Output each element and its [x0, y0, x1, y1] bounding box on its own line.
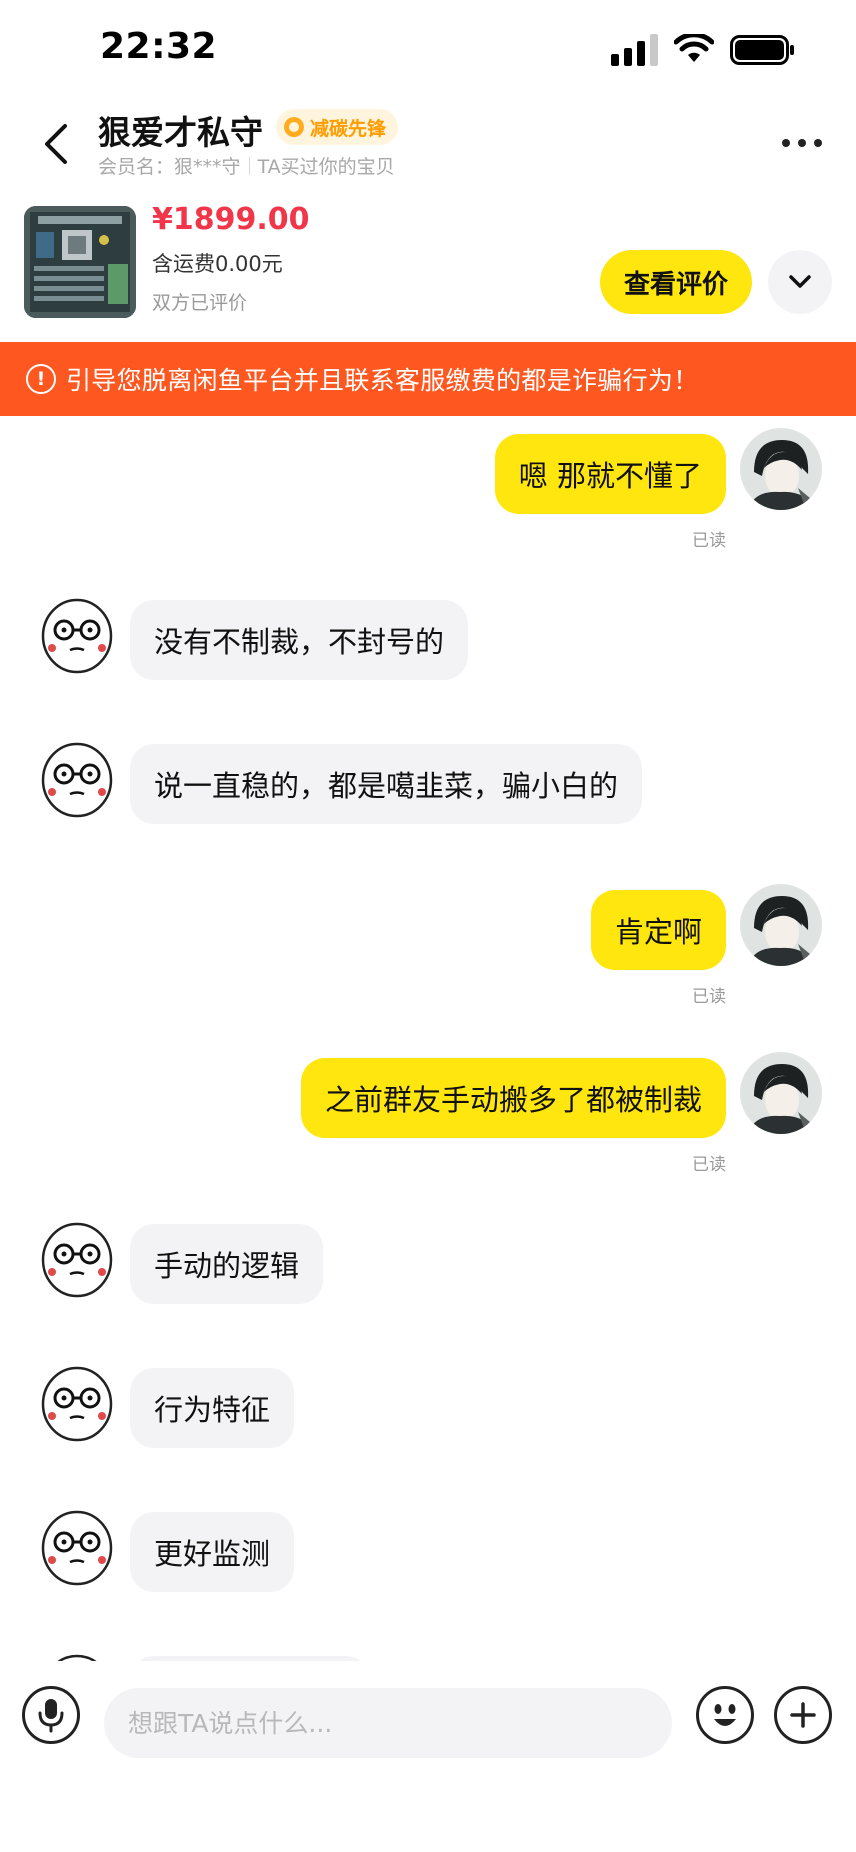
wifi-icon [674, 34, 714, 62]
my-avatar[interactable] [740, 884, 822, 966]
outgoing-message[interactable]: 肯定啊 [590, 890, 726, 970]
view-review-button[interactable]: 查看评价 [600, 250, 752, 314]
product-thumbnail[interactable] [24, 206, 136, 318]
warning-icon: ! [26, 364, 56, 394]
battery-icon [730, 35, 794, 65]
contact-avatar[interactable] [36, 1216, 118, 1298]
message-input[interactable] [104, 1688, 672, 1758]
input-bar [0, 1662, 856, 1852]
more-actions-button[interactable] [774, 1686, 832, 1744]
chat-screen: 22:32 狠爱才私守 减碳先锋 会员名：狠***守 TA买过你的宝贝 ¥189… [0, 0, 856, 1852]
read-receipt: 已读 [692, 987, 726, 1007]
emoji-button[interactable] [696, 1686, 754, 1744]
incoming-message[interactable]: 手动的逻辑 [130, 1224, 324, 1304]
header-subtitle: 会员名：狠***守 TA买过你的宝贝 [98, 152, 395, 179]
status-icons [611, 30, 796, 70]
contact-avatar[interactable] [36, 1360, 118, 1442]
smiley-icon [714, 1704, 736, 1726]
my-avatar[interactable] [740, 1052, 822, 1134]
divider [248, 156, 250, 175]
outgoing-message[interactable]: 之前群友手动搬多了都被制裁 [300, 1058, 726, 1138]
relation-text: TA买过你的宝贝 [257, 156, 395, 178]
product-card[interactable]: ¥1899.00 含运费0.00元 双方已评价 查看评价 [0, 198, 856, 340]
chevron-down-icon [789, 275, 811, 288]
eco-badge[interactable]: 减碳先锋 [276, 109, 399, 145]
contact-avatar[interactable] [36, 736, 118, 818]
voice-button[interactable] [22, 1686, 80, 1744]
chat-header: 狠爱才私守 减碳先锋 会员名：狠***守 TA买过你的宝贝 [0, 96, 856, 192]
review-status: 双方已评价 [152, 292, 248, 314]
read-receipt: 已读 [692, 531, 726, 551]
contact-avatar[interactable] [36, 1648, 118, 1661]
my-avatar[interactable] [740, 428, 822, 510]
warning-text: 引导您脱离闲鱼平台并且联系客服缴费的都是诈骗行为！ [66, 366, 699, 395]
expand-button[interactable] [768, 250, 832, 314]
message-list[interactable]: 嗯 那就不懂了 已读 没有不制裁，不封号的 说一直稳的，都是噶韭菜，骗小白的 肯… [0, 416, 856, 1661]
product-price: ¥1899.00 [152, 202, 310, 237]
more-options-button[interactable] [772, 118, 832, 168]
leaf-icon [284, 117, 304, 137]
shipping-fee: 含运费0.00元 [152, 252, 283, 276]
contact-name[interactable]: 狠爱才私守 [98, 106, 263, 154]
back-button[interactable] [28, 116, 84, 172]
incoming-message[interactable] [130, 1656, 370, 1661]
outgoing-message[interactable]: 嗯 那就不懂了 [494, 434, 726, 514]
read-receipt: 已读 [692, 1155, 726, 1175]
motherboard-image [24, 206, 136, 318]
chevron-left-icon [45, 124, 67, 164]
member-name: 会员名：狠***守 [98, 156, 241, 178]
incoming-message[interactable]: 说一直稳的，都是噶韭菜，骗小白的 [130, 744, 643, 824]
incoming-message[interactable]: 行为特征 [130, 1368, 295, 1448]
plus-icon [790, 1702, 816, 1728]
badge-label: 减碳先锋 [310, 117, 387, 140]
status-time: 22:32 [100, 26, 218, 67]
incoming-message[interactable]: 更好监测 [130, 1512, 295, 1592]
microphone-icon [38, 1699, 64, 1733]
contact-avatar[interactable] [36, 592, 118, 674]
incoming-message[interactable]: 没有不制裁，不封号的 [130, 600, 469, 680]
contact-avatar[interactable] [36, 1504, 118, 1586]
status-bar: 22:32 [0, 0, 856, 96]
fraud-warning-banner: ! 引导您脱离闲鱼平台并且联系客服缴费的都是诈骗行为！ [0, 342, 856, 416]
cellular-signal-icon [611, 34, 658, 66]
